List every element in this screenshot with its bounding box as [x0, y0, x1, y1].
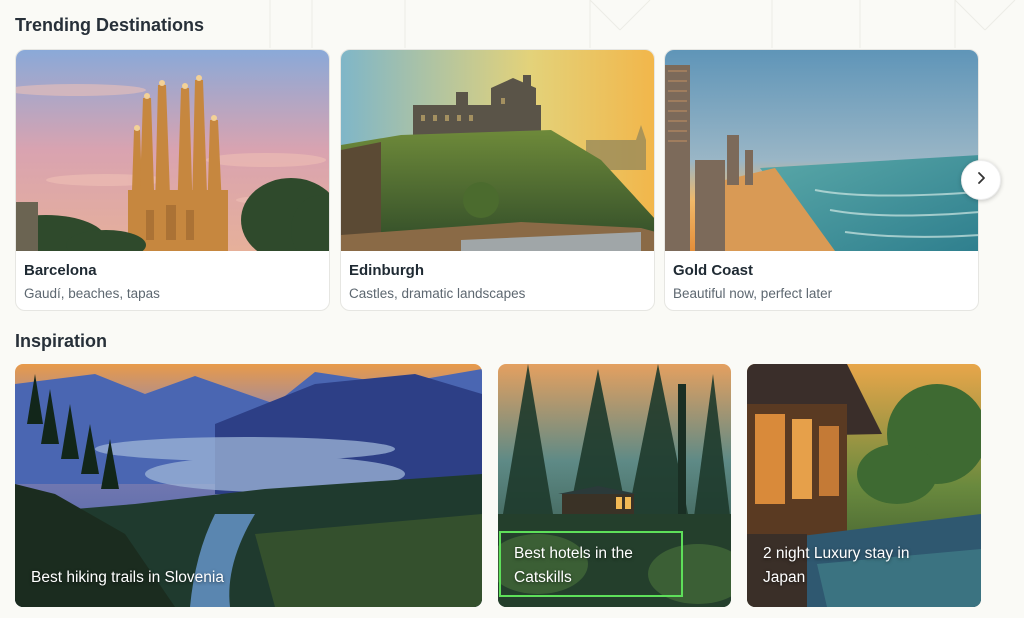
- destination-name: Gold Coast: [673, 262, 754, 279]
- destination-name: Edinburgh: [349, 262, 424, 279]
- carousel-next-button[interactable]: [961, 160, 1001, 200]
- inspiration-card-slovenia[interactable]: Best hiking trails in Slovenia: [15, 364, 482, 607]
- destination-card-gold-coast[interactable]: Gold Coast Beautiful now, perfect later: [664, 49, 979, 311]
- barcelona-photo: [16, 50, 329, 251]
- destination-card-barcelona[interactable]: Barcelona Gaudí, beaches, tapas: [15, 49, 330, 311]
- destination-description: Castles, dramatic landscapes: [349, 286, 526, 301]
- inspiration-label: Best hiking trails in Slovenia: [31, 569, 224, 586]
- inspiration-label-line: Japan: [763, 569, 806, 586]
- inspiration-card-catskills[interactable]: Best hotels in the Catskills: [498, 364, 731, 607]
- inspiration-label-line: 2 night Luxury stay in: [763, 545, 910, 562]
- inspiration-label: Best hotels in the Catskills: [514, 542, 633, 590]
- inspiration-label: 2 night Luxury stay in Japan: [763, 542, 909, 590]
- inspiration-title: Inspiration: [15, 331, 108, 351]
- gold-coast-photo: [665, 50, 978, 251]
- destination-description: Beautiful now, perfect later: [673, 286, 833, 301]
- destination-name: Barcelona: [24, 262, 97, 279]
- chevron-right-icon: [974, 171, 988, 190]
- inspiration-label-line: Best hotels in the: [514, 545, 633, 562]
- destination-description: Gaudí, beaches, tapas: [24, 286, 160, 301]
- inspiration-label-line: Catskills: [514, 569, 572, 586]
- inspiration-card-japan[interactable]: 2 night Luxury stay in Japan: [747, 364, 981, 607]
- trending-title: Trending Destinations: [15, 15, 205, 35]
- destination-card-edinburgh[interactable]: Edinburgh Castles, dramatic landscapes: [340, 49, 655, 311]
- edinburgh-photo: [341, 50, 654, 251]
